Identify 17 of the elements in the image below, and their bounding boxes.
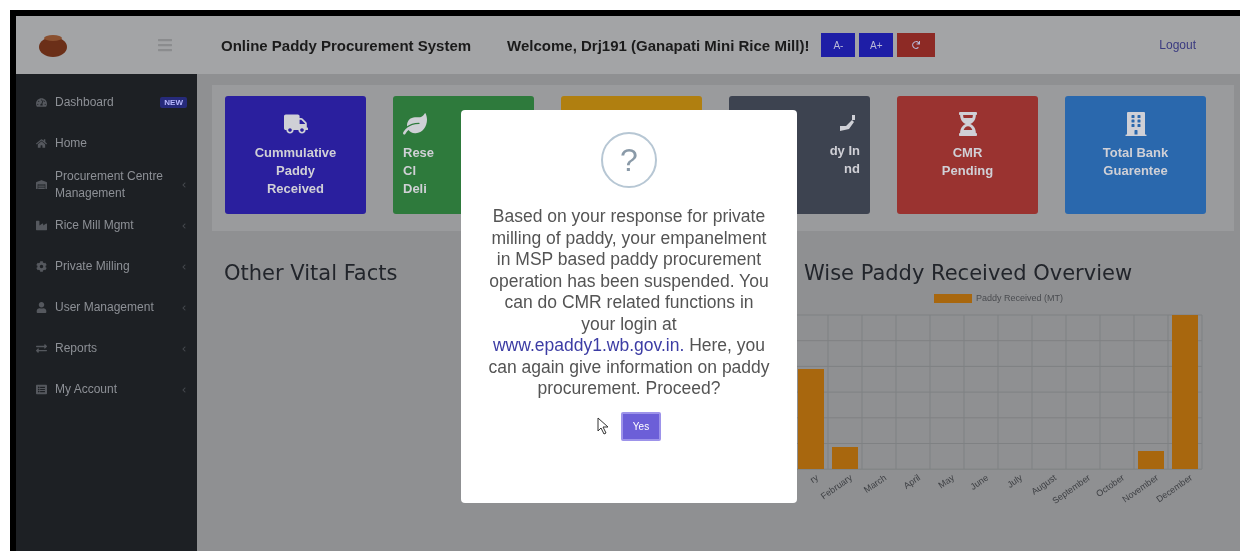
- legend-label: Paddy Received (MT): [976, 293, 1064, 303]
- card-label: Rese Cl Deli: [403, 144, 435, 198]
- section-title: Other Vital Facts: [224, 261, 398, 285]
- chart-title: Wise Paddy Received Overview: [804, 261, 1134, 285]
- month-label: July: [1005, 472, 1025, 490]
- month-label: May: [936, 472, 957, 491]
- card-label: CMR Pending: [941, 144, 994, 180]
- card-label: Total Bank Guarentee: [1102, 144, 1169, 180]
- question-icon: ?: [601, 132, 657, 188]
- card-label: dy In nd: [829, 142, 860, 178]
- month-label: April: [901, 472, 923, 491]
- month-label: ry: [808, 472, 821, 485]
- app-title: Online Paddy Procurement System: [221, 36, 472, 54]
- welcome-text: Welcome, Drj191 (Ganapati Mini Rice Mill)!: [507, 36, 810, 54]
- card-label: Cummulative Paddy Received: [254, 144, 337, 198]
- new-badge: NEW: [160, 97, 187, 108]
- month-label: June: [968, 472, 991, 492]
